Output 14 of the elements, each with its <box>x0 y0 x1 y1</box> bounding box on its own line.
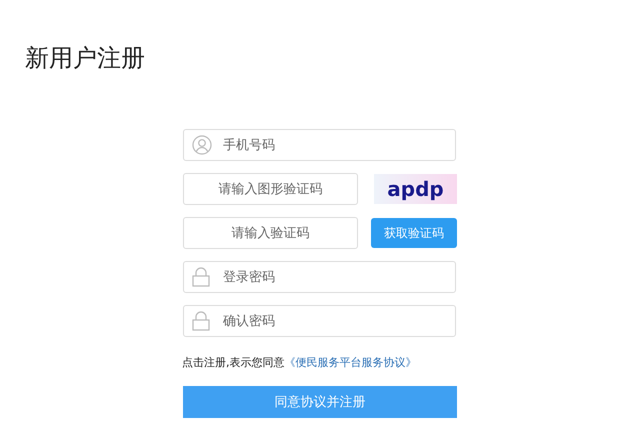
input-field[interactable]: 请输入图形验证码 <box>183 173 358 205</box>
page-title: 新用户注册 <box>24 43 146 74</box>
register-button[interactable]: 同意协议并注册 <box>183 386 457 418</box>
input-field[interactable]: 确认密码 <box>183 305 456 337</box>
agreement-text: 点击注册,表示您同意《便民服务平台服务协议》 <box>182 355 418 370</box>
input-field[interactable]: 手机号码 <box>183 129 456 161</box>
user-icon <box>192 135 212 155</box>
lock-icon <box>192 267 210 287</box>
lock-icon <box>192 311 210 331</box>
input-field[interactable]: 登录密码 <box>183 261 456 293</box>
captcha-image[interactable]: apdp <box>374 174 457 204</box>
input-field[interactable]: 请输入验证码 <box>183 217 358 249</box>
get-code-button[interactable]: 获取验证码 <box>371 218 457 248</box>
agreement-link[interactable]: 《便民服务平台服务协议》 <box>284 356 416 369</box>
